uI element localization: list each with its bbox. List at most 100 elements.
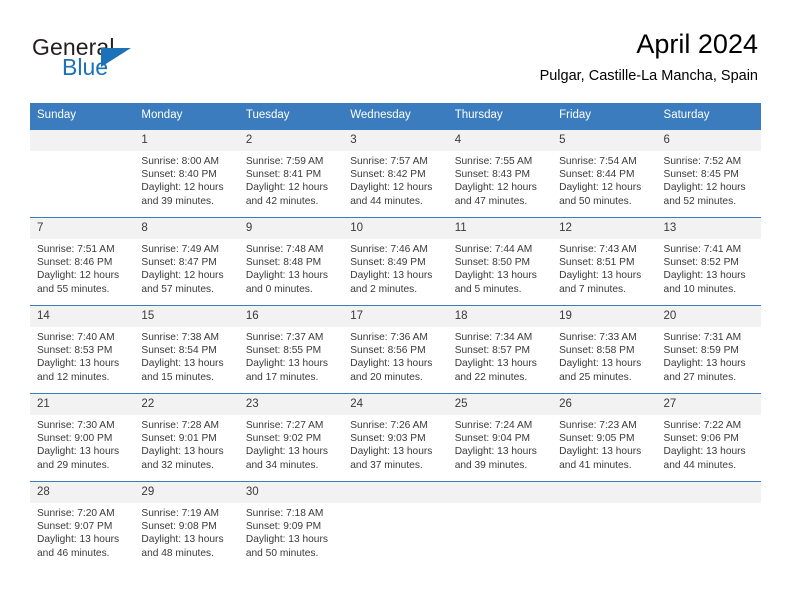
calendar-day-cell[interactable]: 10 Sunrise: 7:46 AM Sunset: 8:49 PM Dayligh… bbox=[343, 217, 448, 306]
calendar-day-cell[interactable]: 20 Sunrise: 7:31 AM Sunset: 8:59 PM Dayligh… bbox=[656, 305, 761, 394]
daylight-text-line1: Daylight: 13 hours bbox=[350, 270, 433, 282]
calendar-day-cell[interactable]: 13 Sunrise: 7:41 AM Sunset: 8:52 PM Dayligh… bbox=[656, 217, 761, 306]
calendar-day-cell[interactable]: 8 Sunrise: 7:49 AM Sunset: 8:47 PM Daylight… bbox=[134, 217, 239, 306]
sunset-text: Sunset: 8:54 PM bbox=[141, 345, 217, 357]
day-sun-info: Sunrise: 7:40 AM Sunset: 8:53 PM Daylight:… bbox=[30, 327, 134, 384]
sunrise-text: Sunrise: 7:46 AM bbox=[350, 244, 428, 255]
calendar-day-cell[interactable]: 11 Sunrise: 7:44 AM Sunset: 8:50 PM Dayligh… bbox=[447, 217, 553, 306]
daylight-text-line1: Daylight: 13 hours bbox=[663, 446, 746, 458]
daylight-text-line2: and 20 minutes. bbox=[350, 371, 423, 383]
calendar-day-cell[interactable]: 16 Sunrise: 7:37 AM Sunset: 8:55 PM Dayligh… bbox=[238, 305, 344, 394]
daylight-text-line1: Daylight: 13 hours bbox=[454, 358, 537, 370]
calendar-day-cell[interactable]: 26 Sunrise: 7:23 AM Sunset: 9:05 PM Dayligh… bbox=[552, 393, 657, 482]
sunset-text: Sunset: 9:07 PM bbox=[37, 521, 113, 533]
day-sun-info: Sunrise: 7:46 AM Sunset: 8:49 PM Daylight:… bbox=[343, 239, 447, 296]
day-sun-info: Sunrise: 8:00 AM Sunset: 8:40 PM Daylight:… bbox=[134, 151, 238, 208]
daylight-text-line2: and 41 minutes. bbox=[559, 459, 632, 471]
day-cell-inner: 23 Sunrise: 7:27 AM Sunset: 9:02 PM Dayligh… bbox=[238, 394, 344, 481]
calendar-day-cell[interactable]: 6 Sunrise: 7:52 AM Sunset: 8:45 PM Daylight… bbox=[656, 129, 761, 218]
calendar-day-cell[interactable]: 17 Sunrise: 7:36 AM Sunset: 8:56 PM Dayligh… bbox=[343, 305, 448, 394]
calendar-day-cell[interactable]: 7 Sunrise: 7:51 AM Sunset: 8:46 PM Daylight… bbox=[30, 217, 135, 306]
calendar-day-cell[interactable]: 24 Sunrise: 7:26 AM Sunset: 9:03 PM Dayligh… bbox=[343, 393, 448, 482]
sunset-text: Sunset: 8:52 PM bbox=[663, 257, 739, 269]
day-sun-info: Sunrise: 7:30 AM Sunset: 9:00 PM Daylight:… bbox=[30, 415, 134, 472]
general-blue-logo[interactable]: General Blue bbox=[30, 34, 240, 90]
daylight-text-line2: and 44 minutes. bbox=[663, 459, 737, 471]
daylight-text-line1: Daylight: 13 hours bbox=[350, 446, 433, 458]
calendar-day-cell[interactable]: 28 Sunrise: 7:20 AM Sunset: 9:07 PM Dayligh… bbox=[30, 481, 135, 569]
daylight-text-line1: Daylight: 13 hours bbox=[559, 446, 642, 458]
daylight-text-line2: and 46 minutes. bbox=[37, 547, 110, 559]
daylight-text-line1: Daylight: 13 hours bbox=[37, 358, 120, 370]
daylight-text-line1: Daylight: 13 hours bbox=[245, 446, 328, 458]
sunset-text: Sunset: 8:43 PM bbox=[454, 169, 531, 181]
daylight-text-line2: and 47 minutes. bbox=[454, 195, 528, 207]
day-cell-inner: 20 Sunrise: 7:31 AM Sunset: 8:59 PM Dayligh… bbox=[656, 306, 761, 393]
daylight-text-line2: and 10 minutes. bbox=[663, 283, 737, 295]
day-number: 17 bbox=[343, 306, 448, 327]
calendar-day-cell[interactable]: 19 Sunrise: 7:33 AM Sunset: 8:58 PM Dayligh… bbox=[552, 305, 657, 394]
day-cell-inner: 1 Sunrise: 8:00 AM Sunset: 8:40 PM Daylight… bbox=[134, 130, 239, 217]
calendar-day-cell[interactable]: 23 Sunrise: 7:27 AM Sunset: 9:02 PM Dayligh… bbox=[238, 393, 344, 482]
page-header: General Blue April 2024 Pulgar, Castille… bbox=[30, 28, 758, 98]
calendar-day-cell[interactable]: 29 Sunrise: 7:19 AM Sunset: 9:08 PM Dayligh… bbox=[134, 481, 239, 569]
day-cell-inner: 18 Sunrise: 7:34 AM Sunset: 8:57 PM Dayligh… bbox=[447, 306, 553, 393]
calendar-week-row: 28 Sunrise: 7:20 AM Sunset: 9:07 PM Dayligh… bbox=[30, 481, 761, 569]
calendar-day-cell[interactable]: 5 Sunrise: 7:54 AM Sunset: 8:44 PM Daylight… bbox=[552, 129, 657, 218]
day-cell-inner: 19 Sunrise: 7:33 AM Sunset: 8:58 PM Dayligh… bbox=[552, 306, 657, 393]
sunset-text: Sunset: 9:00 PM bbox=[37, 433, 113, 445]
day-cell-inner: 26 Sunrise: 7:23 AM Sunset: 9:05 PM Dayligh… bbox=[552, 394, 657, 481]
sunset-text: Sunset: 9:04 PM bbox=[454, 433, 531, 445]
calendar-day-cell[interactable]: 21 Sunrise: 7:30 AM Sunset: 9:00 PM Dayligh… bbox=[30, 393, 135, 482]
calendar-day-cell[interactable]: 22 Sunrise: 7:28 AM Sunset: 9:01 PM Dayligh… bbox=[134, 393, 239, 482]
calendar-day-cell[interactable]: 12 Sunrise: 7:43 AM Sunset: 8:51 PM Dayligh… bbox=[552, 217, 657, 306]
sunrise-text: Sunrise: 7:19 AM bbox=[141, 508, 220, 519]
calendar-day-cell[interactable]: 27 Sunrise: 7:22 AM Sunset: 9:06 PM Dayligh… bbox=[656, 393, 761, 482]
sunrise-text: Sunrise: 7:48 AM bbox=[245, 244, 324, 255]
day-cell-inner: 24 Sunrise: 7:26 AM Sunset: 9:03 PM Dayligh… bbox=[343, 394, 448, 481]
calendar-day-cell[interactable]: 14 Sunrise: 7:40 AM Sunset: 8:53 PM Dayligh… bbox=[30, 305, 135, 394]
sunrise-text: Sunrise: 7:18 AM bbox=[245, 508, 324, 519]
calendar-day-cell[interactable]: 4 Sunrise: 7:55 AM Sunset: 8:43 PM Daylight… bbox=[447, 129, 553, 218]
calendar-day-cell[interactable]: 15 Sunrise: 7:38 AM Sunset: 8:54 PM Dayligh… bbox=[134, 305, 239, 394]
sunset-text: Sunset: 9:09 PM bbox=[245, 521, 322, 533]
day-cell-inner: 30 Sunrise: 7:18 AM Sunset: 9:09 PM Dayligh… bbox=[238, 482, 344, 569]
day-number: 5 bbox=[552, 130, 657, 151]
daylight-text-line2: and 12 minutes. bbox=[37, 371, 110, 383]
daylight-text-line1: Daylight: 13 hours bbox=[559, 270, 642, 282]
daylight-text-line2: and 44 minutes. bbox=[350, 195, 423, 207]
day-sun-info: Sunrise: 7:22 AM Sunset: 9:06 PM Daylight:… bbox=[657, 415, 761, 472]
day-cell-inner: 27 Sunrise: 7:22 AM Sunset: 9:06 PM Dayligh… bbox=[656, 394, 761, 481]
daylight-text-line2: and 50 minutes. bbox=[245, 547, 319, 559]
sunrise-sunset-calendar-table: Sunday Monday Tuesday Wednesday Thursday… bbox=[30, 103, 761, 569]
day-number: 11 bbox=[447, 218, 553, 239]
day-sun-info: Sunrise: 7:28 AM Sunset: 9:01 PM Daylight:… bbox=[134, 415, 238, 472]
calendar-day-cell[interactable]: 1 Sunrise: 8:00 AM Sunset: 8:40 PM Daylight… bbox=[134, 129, 239, 218]
day-cell-inner: 8 Sunrise: 7:49 AM Sunset: 8:47 PM Daylight… bbox=[134, 218, 239, 305]
sunrise-text: Sunrise: 7:49 AM bbox=[141, 244, 220, 255]
sunrise-text: Sunrise: 7:41 AM bbox=[663, 244, 742, 255]
calendar-week-row: 7 Sunrise: 7:51 AM Sunset: 8:46 PM Daylight… bbox=[30, 217, 761, 306]
day-number bbox=[30, 130, 135, 151]
daylight-text-line1: Daylight: 12 hours bbox=[454, 182, 537, 194]
day-number: 14 bbox=[30, 306, 135, 327]
calendar-day-cell[interactable]: 2 Sunrise: 7:59 AM Sunset: 8:41 PM Daylight… bbox=[238, 129, 344, 218]
day-cell-inner: 17 Sunrise: 7:36 AM Sunset: 8:56 PM Dayligh… bbox=[343, 306, 448, 393]
sunset-text: Sunset: 8:49 PM bbox=[350, 257, 426, 269]
daylight-text-line2: and 22 minutes. bbox=[454, 371, 528, 383]
calendar-day-cell[interactable]: 30 Sunrise: 7:18 AM Sunset: 9:09 PM Dayligh… bbox=[238, 481, 344, 569]
calendar-day-cell[interactable]: 9 Sunrise: 7:48 AM Sunset: 8:48 PM Daylight… bbox=[238, 217, 344, 306]
sunrise-text: Sunrise: 7:22 AM bbox=[663, 420, 742, 431]
sunset-text: Sunset: 8:40 PM bbox=[141, 169, 217, 181]
day-cell-inner: 16 Sunrise: 7:37 AM Sunset: 8:55 PM Dayligh… bbox=[238, 306, 344, 393]
day-number: 22 bbox=[134, 394, 239, 415]
calendar-day-cell[interactable]: 25 Sunrise: 7:24 AM Sunset: 9:04 PM Dayligh… bbox=[447, 393, 553, 482]
day-sun-info: Sunrise: 7:51 AM Sunset: 8:46 PM Daylight:… bbox=[30, 239, 134, 296]
day-sun-info: Sunrise: 7:38 AM Sunset: 8:54 PM Daylight:… bbox=[134, 327, 238, 384]
weekday-header-wednesday: Wednesday bbox=[343, 103, 448, 130]
daylight-text-line1: Daylight: 13 hours bbox=[37, 534, 120, 546]
day-cell-inner: 25 Sunrise: 7:24 AM Sunset: 9:04 PM Dayligh… bbox=[447, 394, 553, 481]
calendar-day-cell[interactable]: 3 Sunrise: 7:57 AM Sunset: 8:42 PM Daylight… bbox=[343, 129, 448, 218]
calendar-day-cell[interactable]: 18 Sunrise: 7:34 AM Sunset: 8:57 PM Dayligh… bbox=[447, 305, 553, 394]
sunrise-text: Sunrise: 7:23 AM bbox=[559, 420, 637, 431]
